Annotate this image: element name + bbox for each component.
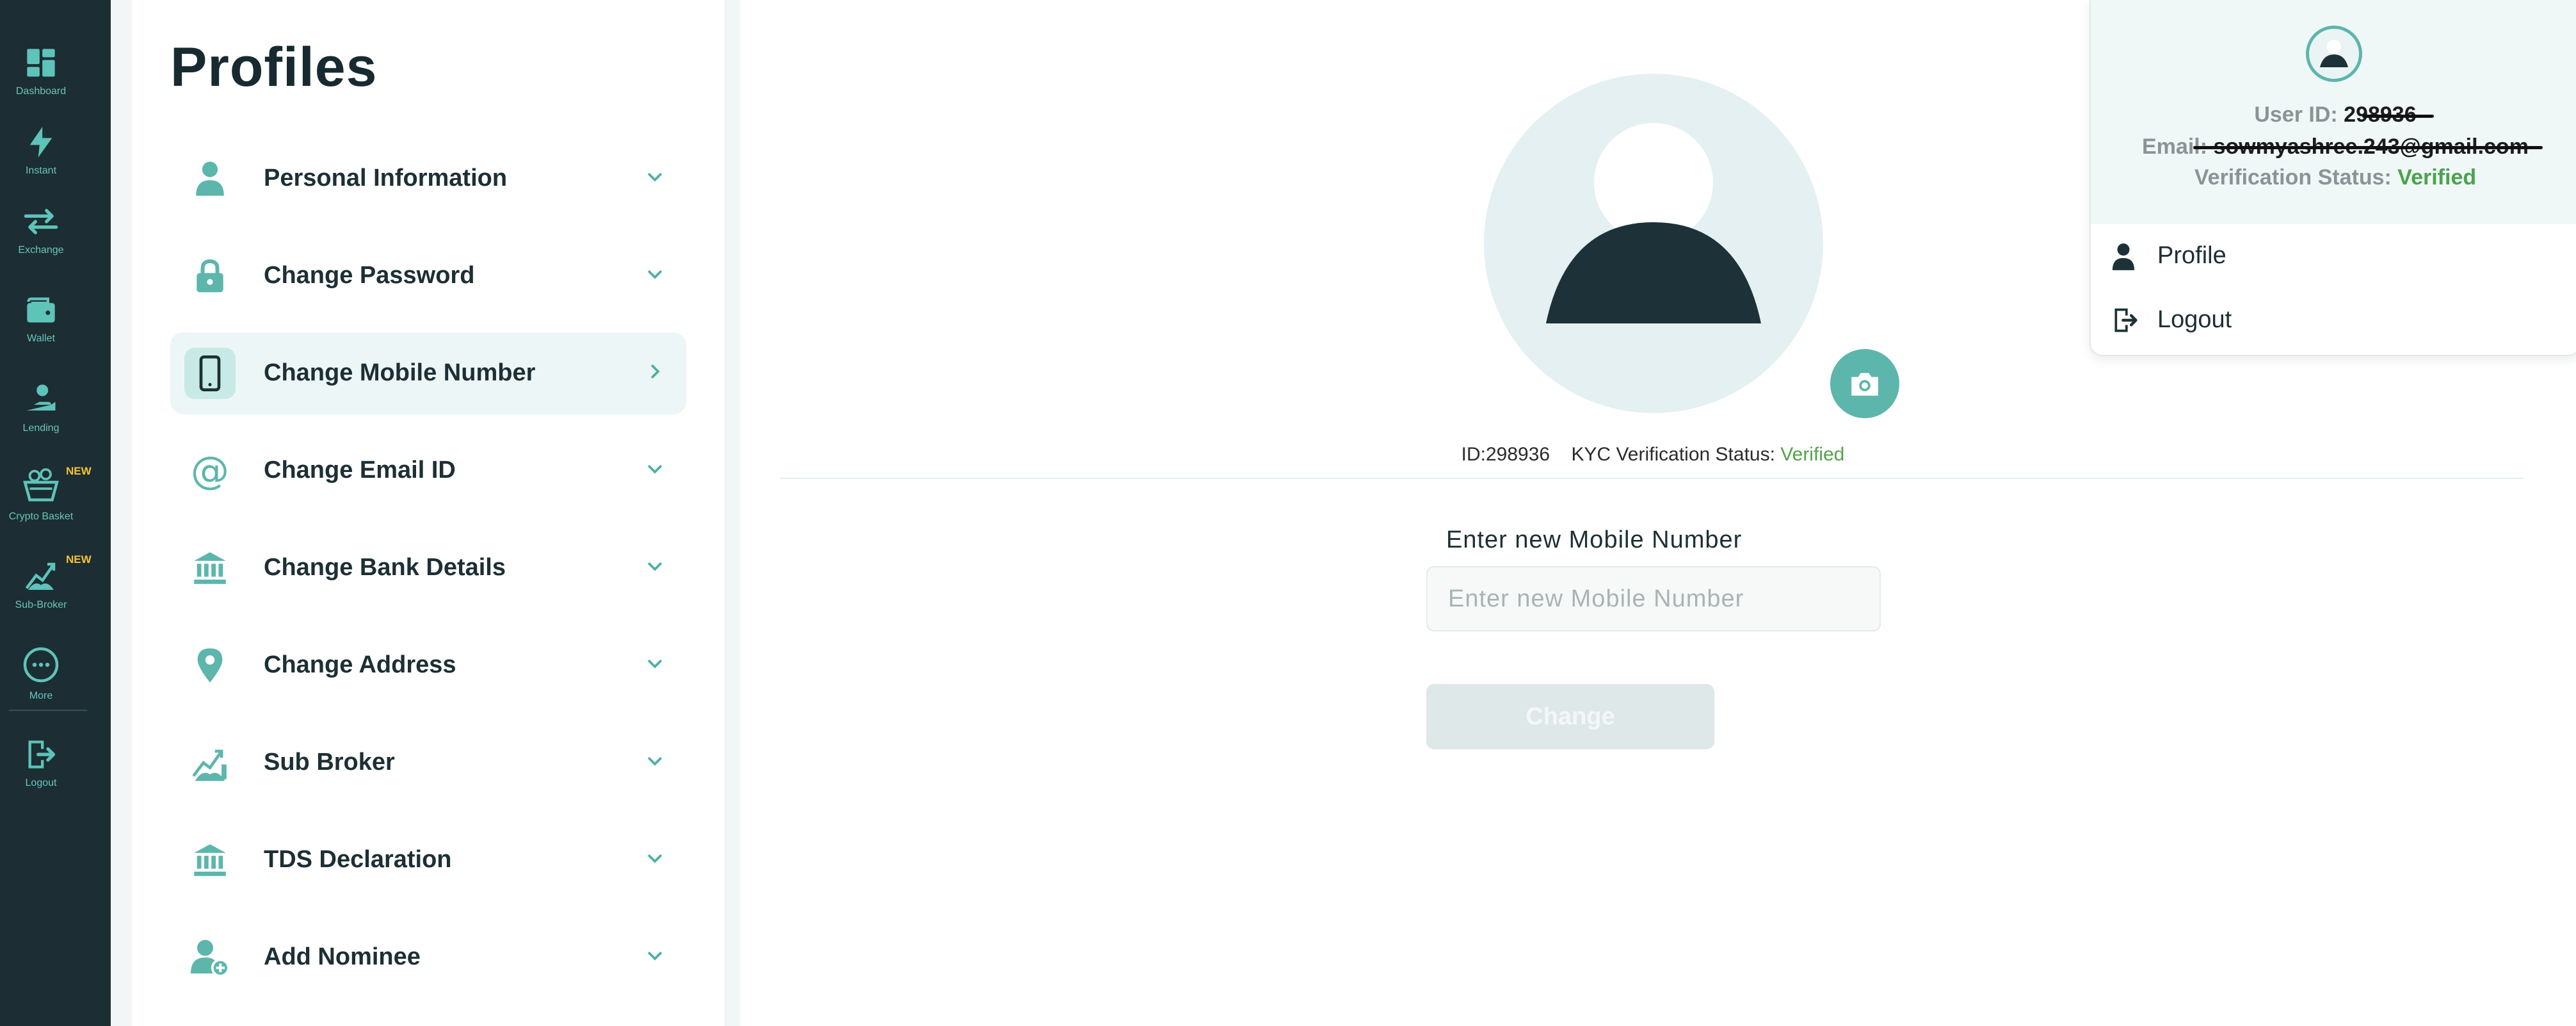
user-id-label: User ID: <box>2254 102 2338 127</box>
upload-photo-button[interactable] <box>1827 346 1903 421</box>
chevron-down-icon <box>648 757 662 766</box>
chevron-right-icon <box>651 364 660 379</box>
left-navigation: Dashboard Instant Exchange Wallet Lendin… <box>0 0 111 1026</box>
change-button[interactable]: Change <box>1426 684 1714 749</box>
nav-label: Sub-Broker <box>15 599 67 610</box>
nav-label: More <box>29 690 53 701</box>
lending-icon <box>26 384 56 411</box>
menu-item-label: Add Nominee <box>264 943 421 970</box>
nav-label: Instant <box>25 165 57 176</box>
wallet-icon <box>27 297 55 323</box>
mobile-number-input[interactable] <box>1426 566 1881 631</box>
dropdown-item-label: Logout <box>2157 306 2232 333</box>
lightning-icon <box>29 127 52 158</box>
menu-item-label: Change Email ID <box>264 457 456 484</box>
at-icon: @ <box>191 448 229 493</box>
verification-status: Verified <box>2397 165 2477 190</box>
kyc-status: Verified <box>1780 444 1845 465</box>
nav-label: Exchange <box>18 245 64 256</box>
verification-line: Verification Status: Verified <box>2091 165 2576 190</box>
menu-item-label: Change Password <box>264 262 475 289</box>
nav-label: Logout <box>25 778 57 788</box>
bank-icon <box>184 542 236 594</box>
new-badge: NEW <box>66 553 92 566</box>
menu-item-change-address[interactable]: Change Address <box>170 624 686 706</box>
redaction-mark <box>2362 115 2434 118</box>
menu-item-personal-information[interactable]: Personal Information <box>170 138 686 220</box>
sub-broker-icon <box>25 562 56 590</box>
dropdown-item-label: Profile <box>2157 242 2226 269</box>
lock-icon <box>184 250 236 302</box>
redaction-mark <box>2193 146 2543 149</box>
kyc-label: KYC Verification Status: <box>1571 444 1775 465</box>
nav-label: Wallet <box>27 333 55 344</box>
nav-divider <box>9 710 87 711</box>
menu-item-change-password[interactable]: Change Password <box>170 235 686 317</box>
gutter <box>726 0 740 1026</box>
nav-item-more[interactable]: More <box>0 646 82 702</box>
user-icon <box>2112 243 2135 270</box>
nav-item-instant[interactable]: Instant <box>0 126 82 177</box>
menu-item-change-mobile-number[interactable]: Change Mobile Number <box>170 332 686 414</box>
chevron-down-icon <box>648 660 662 669</box>
user-id-text: ID:298936 <box>1461 444 1550 465</box>
add-user-icon <box>184 932 236 983</box>
menu-item-add-nominee[interactable]: Add Nominee <box>170 916 686 998</box>
menu-item-sub-broker[interactable]: Sub Broker <box>170 722 686 804</box>
logout-icon <box>28 740 56 769</box>
basket-icon <box>23 468 59 501</box>
id-kyc-line: ID:298936 KYC Verification Status: Verif… <box>1461 444 1845 466</box>
user-icon <box>184 153 236 204</box>
nav-label: Dashboard <box>15 86 67 97</box>
menu-item-label: TDS Declaration <box>264 846 452 873</box>
sub-broker-icon <box>184 737 236 788</box>
dropdown-header: User ID: 298936 Email: sowmyashree.243@g… <box>2091 0 2576 224</box>
chevron-down-icon <box>648 562 662 571</box>
page-title: Profiles <box>170 37 378 98</box>
more-icon <box>23 647 59 683</box>
divider <box>780 478 2524 479</box>
user-dropdown: User ID: 298936 Email: sowmyashree.243@g… <box>2089 0 2576 356</box>
menu-item-label: Change Bank Details <box>264 554 506 581</box>
menu-item-tds-declaration[interactable]: TDS Declaration <box>170 819 686 901</box>
chevron-down-icon <box>648 270 662 279</box>
mobile-icon <box>184 348 236 399</box>
menu-item-change-email-id[interactable]: @ Change Email ID <box>170 430 686 512</box>
mobile-field-label: Enter new Mobile Number <box>1446 526 1743 553</box>
chevron-down-icon <box>648 173 662 182</box>
nav-item-exchange[interactable]: Exchange <box>0 205 82 256</box>
menu-item-label: Personal Information <box>264 165 508 191</box>
user-avatar-icon <box>2306 26 2362 82</box>
location-pin-icon <box>184 640 236 691</box>
menu-item-label: Change Address <box>264 651 456 678</box>
chevron-down-icon <box>648 465 662 474</box>
verification-label: Verification Status: <box>2194 165 2392 190</box>
user-avatar-icon <box>1546 123 1761 323</box>
logout-icon <box>2114 308 2137 332</box>
chevron-down-icon <box>648 854 662 863</box>
dashboard-icon <box>27 49 55 77</box>
menu-item-label: Sub Broker <box>264 749 395 776</box>
menu-item-change-bank-details[interactable]: Change Bank Details <box>170 527 686 609</box>
dropdown-item-logout[interactable]: Logout <box>2091 291 2576 352</box>
menu-item-label: Change Mobile Number <box>264 359 536 386</box>
nav-item-lending[interactable]: Lending <box>0 382 82 434</box>
nav-label: Lending <box>22 423 60 434</box>
user-id-line: User ID: 298936 <box>2091 102 2576 127</box>
nav-item-dashboard[interactable]: Dashboard <box>0 46 82 97</box>
chevron-down-icon <box>648 952 662 961</box>
profiles-panel: Profiles Personal Information Change Pas… <box>132 0 726 1026</box>
new-badge: NEW <box>66 465 92 477</box>
exchange-icon <box>24 209 58 234</box>
nav-label: Crypto Basket <box>8 511 74 522</box>
nav-item-logout[interactable]: Logout <box>0 738 82 789</box>
bank-icon <box>184 835 236 886</box>
profile-avatar <box>1484 74 1823 413</box>
gutter <box>111 0 132 1026</box>
camera-icon <box>1851 373 1878 396</box>
dropdown-item-profile[interactable]: Profile <box>2091 227 2576 288</box>
nav-item-wallet[interactable]: Wallet <box>0 293 82 345</box>
